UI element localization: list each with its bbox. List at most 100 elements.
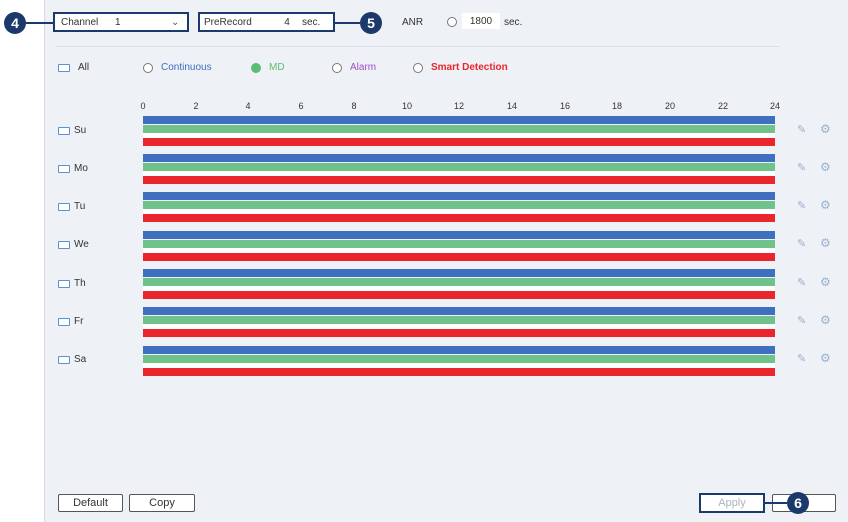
hour-tick: 8 [351,101,357,111]
prerecord-label: PreRecord [204,16,252,28]
hour-tick: 24 [769,101,780,111]
day-label: Sa [74,354,87,365]
schedule-bars-friday[interactable] [143,307,775,337]
radio-alarm [332,62,342,73]
schedule-bars-monday[interactable] [143,154,775,184]
checkbox-icon [58,240,70,249]
pencil-icon[interactable]: ✎ [797,352,806,365]
day-row-thursday[interactable]: Th [58,278,86,289]
continuous-bar [143,116,775,124]
gear-icon[interactable]: ⚙ [820,122,831,136]
md-label: MD [269,62,285,73]
copy-button[interactable]: Copy [129,494,195,512]
md-bar [143,240,775,248]
smart-detection-bar [143,329,775,337]
day-label: Tu [74,201,86,212]
day-row-friday[interactable]: Fr [58,316,83,327]
schedule-bars-sunday[interactable] [143,116,775,146]
pencil-icon[interactable]: ✎ [797,276,806,289]
callout-badge-6: 6 [787,492,809,514]
continuous-label: Continuous [161,62,212,73]
pencil-icon[interactable]: ✎ [797,314,806,327]
gear-icon[interactable]: ⚙ [820,275,831,289]
schedule-bars-wednesday[interactable] [143,231,775,261]
md-bar [143,163,775,171]
day-label: Mo [74,163,88,174]
day-label: Fr [74,316,84,327]
day-row-monday[interactable]: Mo [58,163,88,174]
md-bar [143,355,775,363]
checkbox-icon [58,355,70,364]
continuous-bar [143,192,775,200]
anr-radio[interactable] [447,17,457,27]
pencil-icon[interactable]: ✎ [797,161,806,174]
anr-input[interactable]: 1800 [462,13,500,29]
checkbox-icon [58,126,70,135]
callout-badge-5: 5 [360,12,382,34]
checkbox-icon [58,317,70,326]
day-label: Su [74,125,87,136]
gear-icon[interactable]: ⚙ [820,236,831,250]
hour-tick: 14 [506,101,517,111]
md-bar [143,316,775,324]
hour-tick: 18 [611,101,622,111]
smart-detection-bar [143,138,775,146]
radio-smart [413,62,423,73]
continuous-bar [143,346,775,354]
hour-tick: 12 [453,101,464,111]
hour-tick: 22 [717,101,728,111]
hour-tick: 20 [664,101,675,111]
day-row-saturday[interactable]: Sa [58,354,86,365]
legend-smart-detection[interactable]: Smart Detection [413,62,508,73]
alarm-label: Alarm [350,62,377,73]
prerecord-value: 4 [284,16,290,28]
day-row-tuesday[interactable]: Tu [58,201,85,212]
channel-label: Channel [61,16,99,28]
day-row-sunday[interactable]: Su [58,125,86,136]
smart-detection-bar [143,176,775,184]
radio-md-checked [251,62,261,73]
callout-line-4 [26,22,53,24]
default-button[interactable]: Default [58,494,123,512]
gear-icon[interactable]: ⚙ [820,160,831,174]
radio-continuous [143,62,153,73]
smart-detection-bar [143,253,775,261]
prerecord-field[interactable]: PreRecord 4 sec. [198,12,335,32]
gear-icon[interactable]: ⚙ [820,198,831,212]
legend-md[interactable]: MD [251,62,285,73]
day-label: We [74,239,89,250]
hour-tick: 6 [298,101,304,111]
pencil-icon[interactable]: ✎ [797,237,806,250]
callout-badge-4: 4 [4,12,26,34]
schedule-panel [44,0,848,522]
apply-button[interactable]: Apply [699,493,765,513]
hour-tick: 0 [140,101,146,111]
hour-tick: 10 [401,101,412,111]
pencil-icon[interactable]: ✎ [797,199,806,212]
schedule-bars-tuesday[interactable] [143,192,775,222]
schedule-bars-saturday[interactable] [143,346,775,376]
select-all[interactable]: All [58,62,89,73]
continuous-bar [143,231,775,239]
anr-unit: sec. [504,17,523,28]
checkbox-icon [58,164,70,173]
callout-line-6 [765,502,787,504]
anr-label: ANR [402,17,424,28]
divider [56,46,780,47]
smart-detection-bar [143,368,775,376]
legend-alarm[interactable]: Alarm [332,62,376,73]
smart-label: Smart Detection [431,62,508,73]
schedule-bars-thursday[interactable] [143,269,775,299]
continuous-bar [143,154,775,162]
day-row-wednesday[interactable]: We [58,239,89,250]
pencil-icon[interactable]: ✎ [797,123,806,136]
gear-icon[interactable]: ⚙ [820,313,831,327]
gear-icon[interactable]: ⚙ [820,351,831,365]
hour-tick: 4 [245,101,251,111]
channel-select[interactable]: Channel 1 ⌄ [53,12,189,32]
chevron-down-icon: ⌄ [171,16,180,28]
callout-line-5 [335,22,360,24]
continuous-bar [143,307,775,315]
legend-continuous[interactable]: Continuous [143,62,212,73]
md-bar [143,125,775,133]
